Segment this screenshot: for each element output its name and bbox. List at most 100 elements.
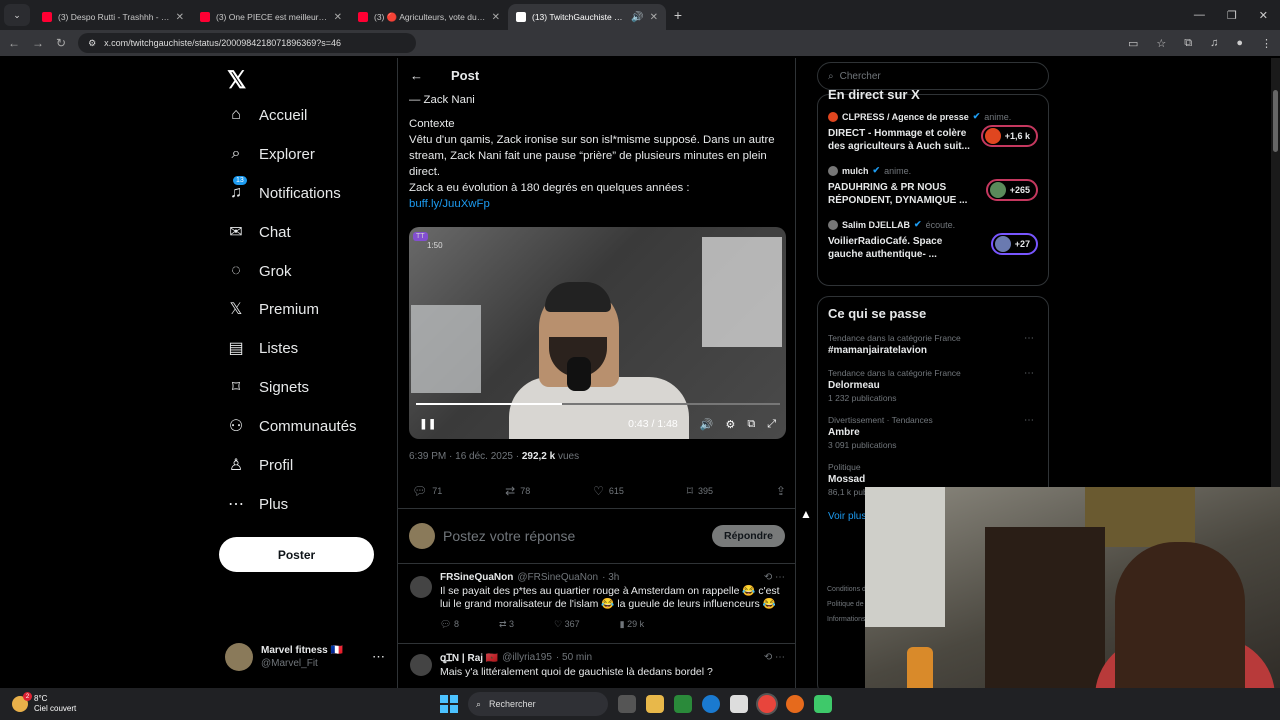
tab-search-button[interactable]: ⌄ (4, 4, 30, 26)
nav-item-grok[interactable]: ◌ Grok (227, 262, 291, 280)
pause-icon[interactable]: ❚❚ (419, 418, 437, 430)
nav-item-chat[interactable]: ✉ Chat (227, 223, 290, 242)
page-title: Post (451, 67, 480, 83)
video-overlay-duration: 1:50 (427, 241, 443, 250)
like-count[interactable]: ♡ 367 (554, 619, 580, 630)
close-window-icon[interactable]: ✕ (1259, 9, 1268, 22)
like-action[interactable]: ♡ 615 (593, 484, 624, 498)
pip-icon[interactable]: ⧉ (747, 418, 755, 431)
nav-item-bookmarks[interactable]: ⌑ Signets (227, 378, 309, 397)
nav-item-explore[interactable]: ⌕ Explorer (227, 145, 315, 163)
space-item[interactable]: Salim DJELLAB ✔ écoute. VoilierRadioCafé. … (828, 219, 1038, 261)
file-explorer-icon[interactable] (646, 695, 664, 713)
reply-action[interactable]: 💬︎ 71 (412, 484, 442, 498)
view-count[interactable]: ▮ 29 k (620, 619, 644, 630)
post-button[interactable]: Poster (219, 537, 374, 572)
settings-icon[interactable]: ⚙ (725, 418, 735, 431)
more-icon[interactable]: ⋯ (1024, 333, 1034, 344)
app-icon[interactable] (814, 695, 832, 713)
nav-item-lists[interactable]: ▤ Listes (227, 339, 298, 358)
listener-count[interactable]: +265 (985, 179, 1038, 201)
weather-widget[interactable]: 2 8°C Ciel couvert (0, 692, 76, 714)
more-icon[interactable]: ⟲ ⋯ (764, 652, 785, 663)
trend-item[interactable]: Tendance dans la catégorie France #mamanj… (828, 333, 1038, 356)
profile-avatar-icon[interactable]: ● (1236, 37, 1243, 50)
browser-tab-active[interactable]: (13) TwitchGauchiste sur X 🔊 ✕ (508, 4, 666, 30)
close-tab-icon[interactable]: ✕ (176, 12, 184, 23)
nav-item-profile[interactable]: ♙ Profil (227, 456, 293, 475)
tweet-link[interactable]: buff.ly/JuuXwFp (409, 196, 787, 212)
youtube-favicon-icon (358, 12, 368, 22)
space-item[interactable]: CLPRESS / Agence de presse ✔ anime. DIRECT… (828, 111, 1038, 153)
star-icon[interactable]: ☆ (1156, 37, 1166, 50)
reply-tweet[interactable]: FRSineQuaNon @FRSineQuaNon · 3h ⟲ ⋯ Il se p… (398, 572, 795, 644)
avatar (828, 111, 838, 122)
nav-item-more[interactable]: ⋯ Plus (227, 495, 288, 514)
reply-text: Mais y'a littéralement quoi de gauchiste… (440, 666, 713, 678)
scrollbar-thumb[interactable] (1273, 90, 1278, 152)
reply-count[interactable]: 💬︎ 8 (440, 619, 459, 630)
back-icon[interactable]: ← (8, 36, 20, 50)
more-icon[interactable]: ⋯ (1024, 415, 1034, 426)
repost-action[interactable]: ⇄ 78 (505, 484, 530, 498)
bookmark-action[interactable]: ⌑ 395 (687, 484, 713, 498)
chrome-icon[interactable] (758, 695, 776, 713)
twitch-tag-icon: TT (413, 232, 428, 241)
x-logo-icon[interactable]: 𝕏 (227, 66, 246, 95)
nav-item-premium[interactable]: 𝕏 Premium (227, 300, 319, 319)
more-icon[interactable]: ⋯ (372, 649, 385, 665)
video-progress-bar[interactable] (416, 403, 780, 405)
close-tab-icon[interactable]: ✕ (650, 12, 658, 23)
more-icon[interactable]: ⟲ ⋯ (764, 572, 785, 583)
edge-icon[interactable] (702, 695, 720, 713)
maximize-icon[interactable]: ❐ (1227, 9, 1237, 22)
nvidia-icon[interactable] (674, 695, 692, 713)
firefox-icon[interactable] (786, 695, 804, 713)
trend-item[interactable]: Divertissement · Tendances Ambre 3 091 pub… (828, 415, 1038, 450)
volume-icon[interactable]: 🔊 (700, 418, 714, 431)
video-player[interactable]: TT 1:50 ❚❚ 0:43 / 1:48 🔊 ⚙ ⧉ ⤢ (409, 227, 786, 439)
listener-count[interactable]: +27 (990, 233, 1038, 255)
search-input[interactable]: ⌕ Chercher (817, 62, 1049, 90)
extensions-icon[interactable]: ⧉ (1184, 37, 1192, 50)
tweet-context-body: Vêtu d'un qamis, Zack ironise sur son is… (409, 134, 775, 178)
site-info-icon[interactable]: ⚙ (88, 38, 96, 49)
close-tab-icon[interactable]: ✕ (492, 12, 500, 23)
browser-tab[interactable]: (3) One PIECE est meilleur sans ✕ (192, 4, 350, 30)
speaker-icon[interactable]: 🔊 (631, 12, 643, 23)
cast-icon[interactable]: ▭ (1128, 37, 1138, 50)
listener-count[interactable]: +1,6 k (980, 125, 1038, 147)
trend-item[interactable]: Tendance dans la catégorie France Delorme… (828, 368, 1038, 403)
nav-item-notifications[interactable]: ♫ 13 Notifications (227, 176, 341, 202)
account-switcher[interactable]: Marvel fitness 🇫🇷 @Marvel_Fit ⋯ (225, 643, 385, 671)
url-field[interactable]: ⚙ x.com/twitchgauchiste/status/200098421… (78, 33, 416, 53)
reply-tweet[interactable]: ꝗꞮN | Raj 🇲🇦 @illyria195 · 50 min ⟲ ⋯ Mais … (398, 650, 795, 688)
windows-start-icon[interactable] (440, 695, 458, 713)
reply-input[interactable]: Postez votre réponse (443, 528, 704, 544)
browser-tab[interactable]: (3) 🔴 Agriculteurs, vote du bu ✕ (350, 4, 508, 30)
fullscreen-icon[interactable]: ⤢ (767, 418, 776, 431)
reload-icon[interactable]: ↻ (56, 36, 66, 50)
task-view-icon[interactable] (618, 695, 636, 713)
nav-item-home[interactable]: ⌂ Accueil (227, 106, 307, 124)
more-icon[interactable]: ⋯ (1024, 368, 1034, 379)
nav-item-communities[interactable]: ⚇ Communautés (227, 417, 357, 436)
forward-icon[interactable]: → (32, 36, 44, 50)
youtube-favicon-icon (200, 12, 210, 22)
new-tab-button[interactable]: + (666, 7, 690, 23)
browser-tab[interactable]: (3) Despo Rutti - Trashhh - YouTube✕ (34, 4, 192, 30)
weather-icon: 2 (12, 692, 32, 712)
media-icon[interactable]: ♫ (1210, 37, 1218, 50)
video-microphone (567, 357, 591, 391)
repost-count[interactable]: ⇄ 3 (499, 619, 514, 630)
close-tab-icon[interactable]: ✕ (334, 12, 342, 23)
taskbar-search[interactable]: ⌕ Rechercher (468, 692, 608, 716)
store-icon[interactable] (730, 695, 748, 713)
share-action[interactable]: ⇪ (776, 484, 786, 498)
minimize-icon[interactable]: — (1194, 9, 1205, 22)
back-arrow-icon[interactable]: ← (410, 68, 423, 83)
avatar (984, 128, 1001, 144)
reply-button[interactable]: Répondre (711, 525, 785, 547)
space-item[interactable]: mulch ✔ anime. PADUHRING & PR NOUS RÉPONDE… (828, 165, 1038, 207)
menu-icon[interactable]: ⋮ (1261, 37, 1272, 50)
